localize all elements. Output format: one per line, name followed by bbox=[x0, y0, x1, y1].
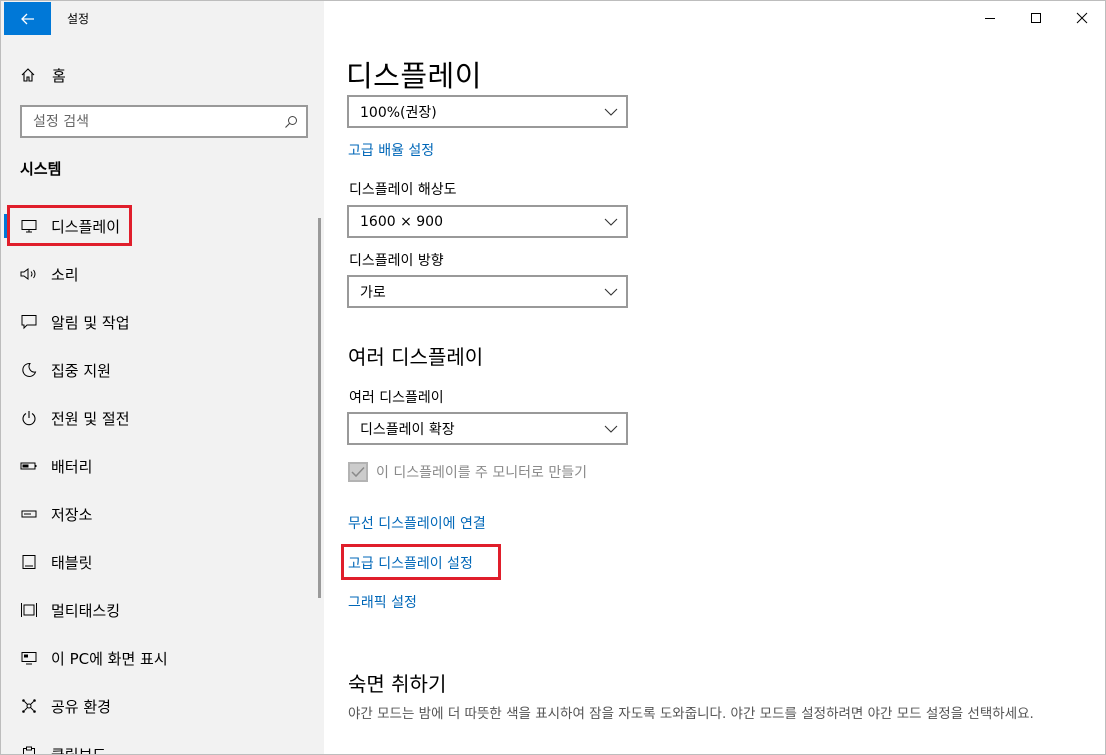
orientation-value: 가로 bbox=[360, 284, 386, 301]
battery-icon bbox=[20, 457, 38, 475]
back-button[interactable] bbox=[4, 2, 51, 35]
orientation-dropdown[interactable]: 가로 bbox=[347, 275, 628, 308]
storage-icon bbox=[20, 505, 38, 523]
chevron-down-icon bbox=[604, 288, 618, 296]
clipboard-icon bbox=[20, 745, 38, 754]
checkmark-icon bbox=[351, 466, 365, 478]
multitasking-icon bbox=[20, 601, 38, 619]
page-title: 디스플레이 bbox=[346, 59, 482, 93]
graphics-settings-link[interactable]: 그래픽 설정 bbox=[348, 592, 417, 612]
home-icon bbox=[21, 68, 35, 82]
sidebar-item-storage[interactable]: 저장소 bbox=[4, 492, 314, 536]
sidebar-item-label: 소리 bbox=[51, 265, 79, 284]
power-icon bbox=[20, 409, 38, 427]
project-icon bbox=[20, 649, 38, 667]
sidebar-item-power[interactable]: 전원 및 절전 bbox=[4, 396, 314, 440]
chevron-down-icon bbox=[604, 425, 618, 433]
search-box[interactable] bbox=[20, 105, 308, 138]
sidebar-item-tablet[interactable]: 태블릿 bbox=[4, 540, 314, 584]
scale-value: 100%(권장) bbox=[360, 104, 437, 121]
search-input[interactable] bbox=[33, 113, 273, 130]
back-arrow-icon bbox=[20, 13, 34, 24]
shared-experiences-icon bbox=[20, 697, 38, 715]
multiple-displays-heading: 여러 디스플레이 bbox=[348, 345, 484, 369]
sidebar-item-multitasking[interactable]: 멀티태스킹 bbox=[4, 588, 314, 632]
sidebar-item-projecting[interactable]: 이 PC에 화면 표시 bbox=[4, 636, 314, 680]
highlight-box bbox=[7, 205, 132, 246]
home-label: 홈 bbox=[52, 66, 66, 85]
sidebar-item-label: 전원 및 절전 bbox=[51, 409, 130, 428]
main-content: 디스플레이 100%(권장) 고급 배율 설정 디스플레이 해상도 1600 ×… bbox=[324, 1, 1105, 754]
highlight-box bbox=[341, 544, 501, 580]
sidebar-item-label: 저장소 bbox=[51, 505, 93, 524]
sidebar-item-label: 클립보드 bbox=[51, 745, 107, 755]
sidebar-item-battery[interactable]: 배터리 bbox=[4, 444, 314, 488]
search-icon[interactable] bbox=[284, 115, 298, 129]
wireless-display-link[interactable]: 무선 디스플레이에 연결 bbox=[348, 513, 486, 533]
scale-dropdown[interactable]: 100%(권장) bbox=[347, 95, 628, 128]
sidebar-item-shared-experiences[interactable]: 공유 환경 bbox=[4, 684, 314, 728]
sidebar-item-sound[interactable]: 소리 bbox=[4, 252, 314, 296]
chevron-down-icon bbox=[604, 218, 618, 226]
advanced-scaling-link[interactable]: 고급 배율 설정 bbox=[348, 140, 434, 160]
section-title: 시스템 bbox=[20, 160, 62, 178]
moon-icon bbox=[20, 361, 38, 379]
resolution-label: 디스플레이 해상도 bbox=[349, 182, 457, 198]
tablet-icon bbox=[20, 553, 38, 571]
sidebar-scrollbar[interactable] bbox=[318, 218, 321, 598]
settings-window: 설정 홈 시스템 디스플레이 소리 알림 및 작업 집중 지원 bbox=[0, 0, 1106, 755]
sleep-heading: 숙면 취하기 bbox=[348, 672, 447, 696]
orientation-label: 디스플레이 방향 bbox=[349, 253, 444, 269]
speaker-icon bbox=[20, 265, 38, 283]
resolution-dropdown[interactable]: 1600 × 900 bbox=[347, 205, 628, 238]
main-display-checkbox-label: 이 디스플레이를 주 모니터로 만들기 bbox=[376, 465, 587, 481]
multiple-displays-value: 디스플레이 확장 bbox=[360, 421, 455, 438]
main-display-checkbox[interactable] bbox=[348, 462, 368, 482]
sidebar-item-label: 멀티태스킹 bbox=[51, 601, 121, 620]
sidebar-item-focus-assist[interactable]: 집중 지원 bbox=[4, 348, 314, 392]
multiple-displays-dropdown[interactable]: 디스플레이 확장 bbox=[347, 412, 628, 445]
sidebar-item-label: 배터리 bbox=[51, 457, 93, 476]
sidebar-item-label: 집중 지원 bbox=[51, 361, 111, 380]
notification-icon bbox=[20, 313, 38, 331]
sidebar-item-clipboard[interactable]: 클립보드 bbox=[4, 732, 314, 755]
multiple-displays-label: 여러 디스플레이 bbox=[349, 390, 444, 406]
sidebar-item-label: 이 PC에 화면 표시 bbox=[51, 649, 168, 668]
sidebar-item-label: 알림 및 작업 bbox=[51, 313, 130, 332]
sleep-description: 야간 모드는 밤에 더 따뜻한 색을 표시하여 잠을 자도록 도와줍니다. 야간… bbox=[348, 706, 1034, 722]
sidebar-item-notifications[interactable]: 알림 및 작업 bbox=[4, 300, 314, 344]
chevron-down-icon bbox=[604, 108, 618, 116]
main-display-checkbox-row: 이 디스플레이를 주 모니터로 만들기 bbox=[348, 462, 587, 482]
home-nav[interactable]: 홈 bbox=[20, 63, 66, 87]
app-title: 설정 bbox=[67, 12, 90, 26]
sidebar-item-label: 태블릿 bbox=[51, 553, 93, 572]
sidebar-item-label: 공유 환경 bbox=[51, 697, 111, 716]
sidebar: 설정 홈 시스템 디스플레이 소리 알림 및 작업 집중 지원 bbox=[1, 1, 324, 755]
resolution-value: 1600 × 900 bbox=[360, 213, 443, 230]
